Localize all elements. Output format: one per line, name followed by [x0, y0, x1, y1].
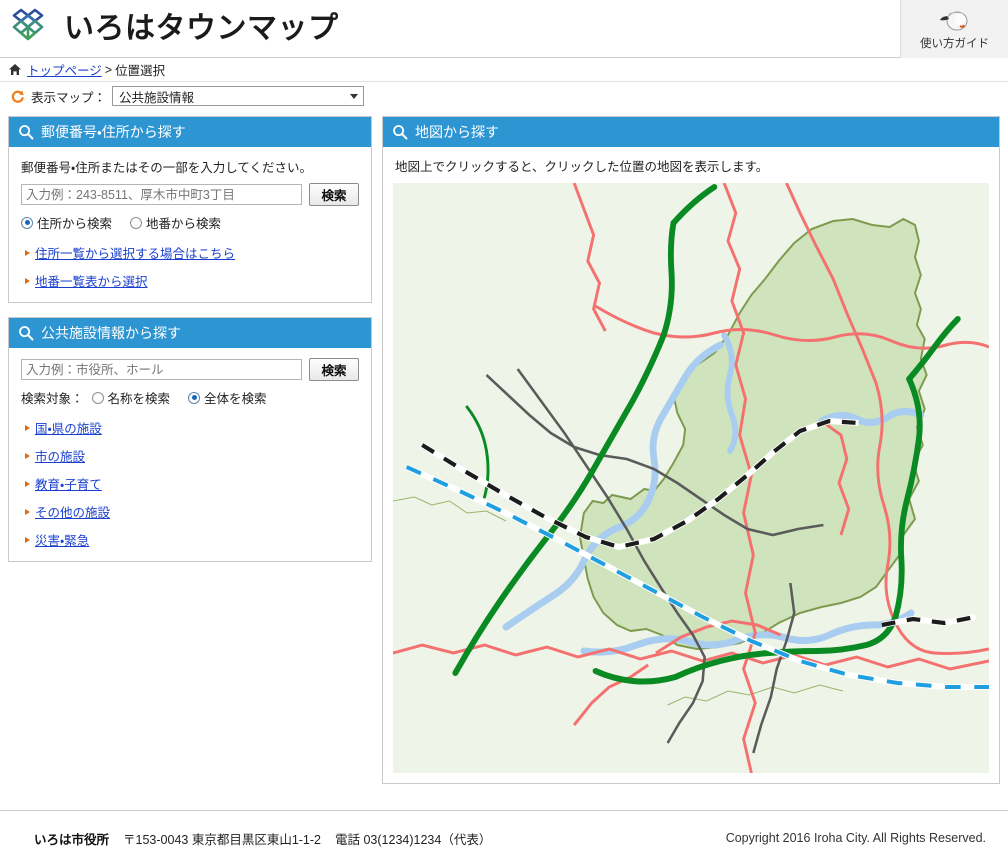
search-icon — [18, 325, 34, 341]
facility-link-city[interactable]: 市の施設 — [35, 446, 85, 465]
address-search-mode-radios: 住所から検索 地番から検索 — [21, 213, 359, 232]
left-column: 郵便番号・住所から探す 郵便番号・住所またはその一部を入力してください。 検索 … — [8, 116, 372, 562]
address-hint: 郵便番号・住所またはその一部を入力してください。 — [21, 157, 359, 176]
list-item: 地番一覧表から選択 — [21, 271, 359, 290]
footer-address: 〒153-0043 東京都目黒区東山1-1-2 — [123, 829, 321, 848]
address-link-list: 住所一覧から選択する場合はこちら 地番一覧表から選択 — [21, 243, 359, 290]
panel-map-body: 地図上でクリックすると、クリックした位置の地図を表示します。 — [383, 147, 999, 783]
open-box-logo-icon — [10, 7, 54, 51]
panel-map-title: 地図から探す — [415, 122, 499, 142]
list-item: 災害・緊急 — [21, 530, 359, 549]
panel-facility-body: 検索 検索対象： 名称を検索 全体を検索 国・県 — [9, 348, 371, 561]
list-item: その他の施設 — [21, 502, 359, 521]
facility-search-button[interactable]: 検索 — [309, 358, 359, 381]
home-icon — [8, 63, 22, 76]
facility-link-education[interactable]: 教育・子育て — [35, 474, 102, 493]
facility-link-disaster[interactable]: 災害・緊急 — [35, 530, 89, 549]
usage-guide-label: 使い方ガイド — [920, 35, 989, 51]
bullet-arrow-icon — [25, 278, 30, 284]
panel-address-title: 郵便番号・住所から探す — [41, 122, 186, 142]
radio-label: 住所から検索 — [37, 213, 112, 232]
facility-link-other[interactable]: その他の施設 — [35, 502, 110, 521]
list-item: 教育・子育て — [21, 474, 359, 493]
map-select-label: 表示マップ： — [31, 87, 106, 106]
chevron-down-icon — [350, 94, 358, 99]
mouse-icon — [936, 7, 974, 33]
footer-telephone: 電話 03(1234)1234（代表） — [335, 829, 491, 848]
map-graphic[interactable] — [393, 183, 989, 773]
search-icon — [392, 124, 408, 140]
footer-left: いろは市役所 〒153-0043 東京都目黒区東山1-1-2 電話 03(123… — [34, 829, 491, 848]
footer-copyright: Copyright 2016 Iroha City. All Rights Re… — [726, 831, 986, 845]
site-header: いろはタウンマップ 使い方ガイド — [0, 0, 1008, 58]
bullet-arrow-icon — [25, 509, 30, 515]
radio-facility-mode-1[interactable]: 全体を検索 — [188, 388, 267, 407]
map-select-dropdown[interactable]: 公共施設情報 — [112, 86, 364, 106]
radio-indicator — [188, 392, 200, 404]
address-search-input[interactable] — [21, 184, 302, 205]
bullet-arrow-icon — [25, 537, 30, 543]
refresh-icon — [10, 89, 25, 104]
radio-indicator — [130, 217, 142, 229]
page-title: いろはタウンマップ — [64, 14, 339, 44]
panel-address-header: 郵便番号・住所から探す — [9, 117, 371, 147]
interactive-map[interactable]: いろは市役所 いろは市 IC SA — [393, 183, 989, 773]
bullet-arrow-icon — [25, 453, 30, 459]
bullet-arrow-icon — [25, 425, 30, 431]
panel-map-header: 地図から探す — [383, 117, 999, 147]
panel-facility-title: 公共施設情報から探す — [41, 323, 181, 343]
search-icon — [18, 124, 34, 140]
usage-guide-button[interactable]: 使い方ガイド — [900, 0, 1008, 58]
facility-search-row: 検索 — [21, 358, 359, 381]
bullet-arrow-icon — [25, 250, 30, 256]
radio-address-mode-0[interactable]: 住所から検索 — [21, 213, 112, 232]
panel-facility-header: 公共施設情報から探す — [9, 318, 371, 348]
breadcrumb-top-link[interactable]: トップページ — [27, 60, 102, 79]
map-select-value: 公共施設情報 — [119, 87, 194, 106]
list-item: 住所一覧から選択する場合はこちら — [21, 243, 359, 262]
facility-search-input[interactable] — [21, 359, 302, 380]
address-list-link[interactable]: 住所一覧から選択する場合はこちら — [35, 243, 235, 262]
facility-link-list: 国・県の施設 市の施設 教育・子育て その他の施設 — [21, 418, 359, 549]
footer-organization: いろは市役所 — [34, 829, 109, 848]
facility-radio-lead: 検索対象： — [21, 388, 84, 407]
facility-search-mode-radios: 検索対象： 名称を検索 全体を検索 — [21, 388, 359, 407]
panel-address-search: 郵便番号・住所から探す 郵便番号・住所またはその一部を入力してください。 検索 … — [8, 116, 372, 303]
radio-label: 地番から検索 — [146, 213, 221, 232]
list-item: 国・県の施設 — [21, 418, 359, 437]
radio-label: 全体を検索 — [204, 388, 267, 407]
breadcrumb-separator: > — [105, 63, 112, 77]
address-search-button[interactable]: 検索 — [309, 183, 359, 206]
radio-indicator — [21, 217, 33, 229]
facility-link-national[interactable]: 国・県の施設 — [35, 418, 102, 437]
map-select-row: 表示マップ： 公共施設情報 — [0, 82, 1008, 110]
site-footer: いろは市役所 〒153-0043 東京都目黒区東山1-1-2 電話 03(123… — [0, 810, 1008, 865]
radio-label: 名称を検索 — [108, 388, 171, 407]
map-instruction-note: 地図上でクリックすると、クリックした位置の地図を表示します。 — [393, 147, 989, 183]
breadcrumb-current: 位置選択 — [115, 60, 165, 79]
right-column: 地図から探す 地図上でクリックすると、クリックした位置の地図を表示します。 — [382, 116, 1000, 784]
lotnumber-list-link[interactable]: 地番一覧表から選択 — [35, 271, 148, 290]
panel-map-search: 地図から探す 地図上でクリックすると、クリックした位置の地図を表示します。 — [382, 116, 1000, 784]
list-item: 市の施設 — [21, 446, 359, 465]
main-content: 郵便番号・住所から探す 郵便番号・住所またはその一部を入力してください。 検索 … — [0, 110, 1008, 815]
brand: いろはタウンマップ — [0, 7, 339, 51]
address-search-row: 検索 — [21, 183, 359, 206]
bullet-arrow-icon — [25, 481, 30, 487]
breadcrumb: トップページ > 位置選択 — [0, 58, 1008, 82]
radio-address-mode-1[interactable]: 地番から検索 — [130, 213, 221, 232]
radio-facility-mode-0[interactable]: 名称を検索 — [92, 388, 171, 407]
radio-indicator — [92, 392, 104, 404]
panel-address-body: 郵便番号・住所またはその一部を入力してください。 検索 住所から検索 地番から検… — [9, 147, 371, 302]
panel-facility-search: 公共施設情報から探す 検索 検索対象： 名称を検索 全体を検索 — [8, 317, 372, 562]
